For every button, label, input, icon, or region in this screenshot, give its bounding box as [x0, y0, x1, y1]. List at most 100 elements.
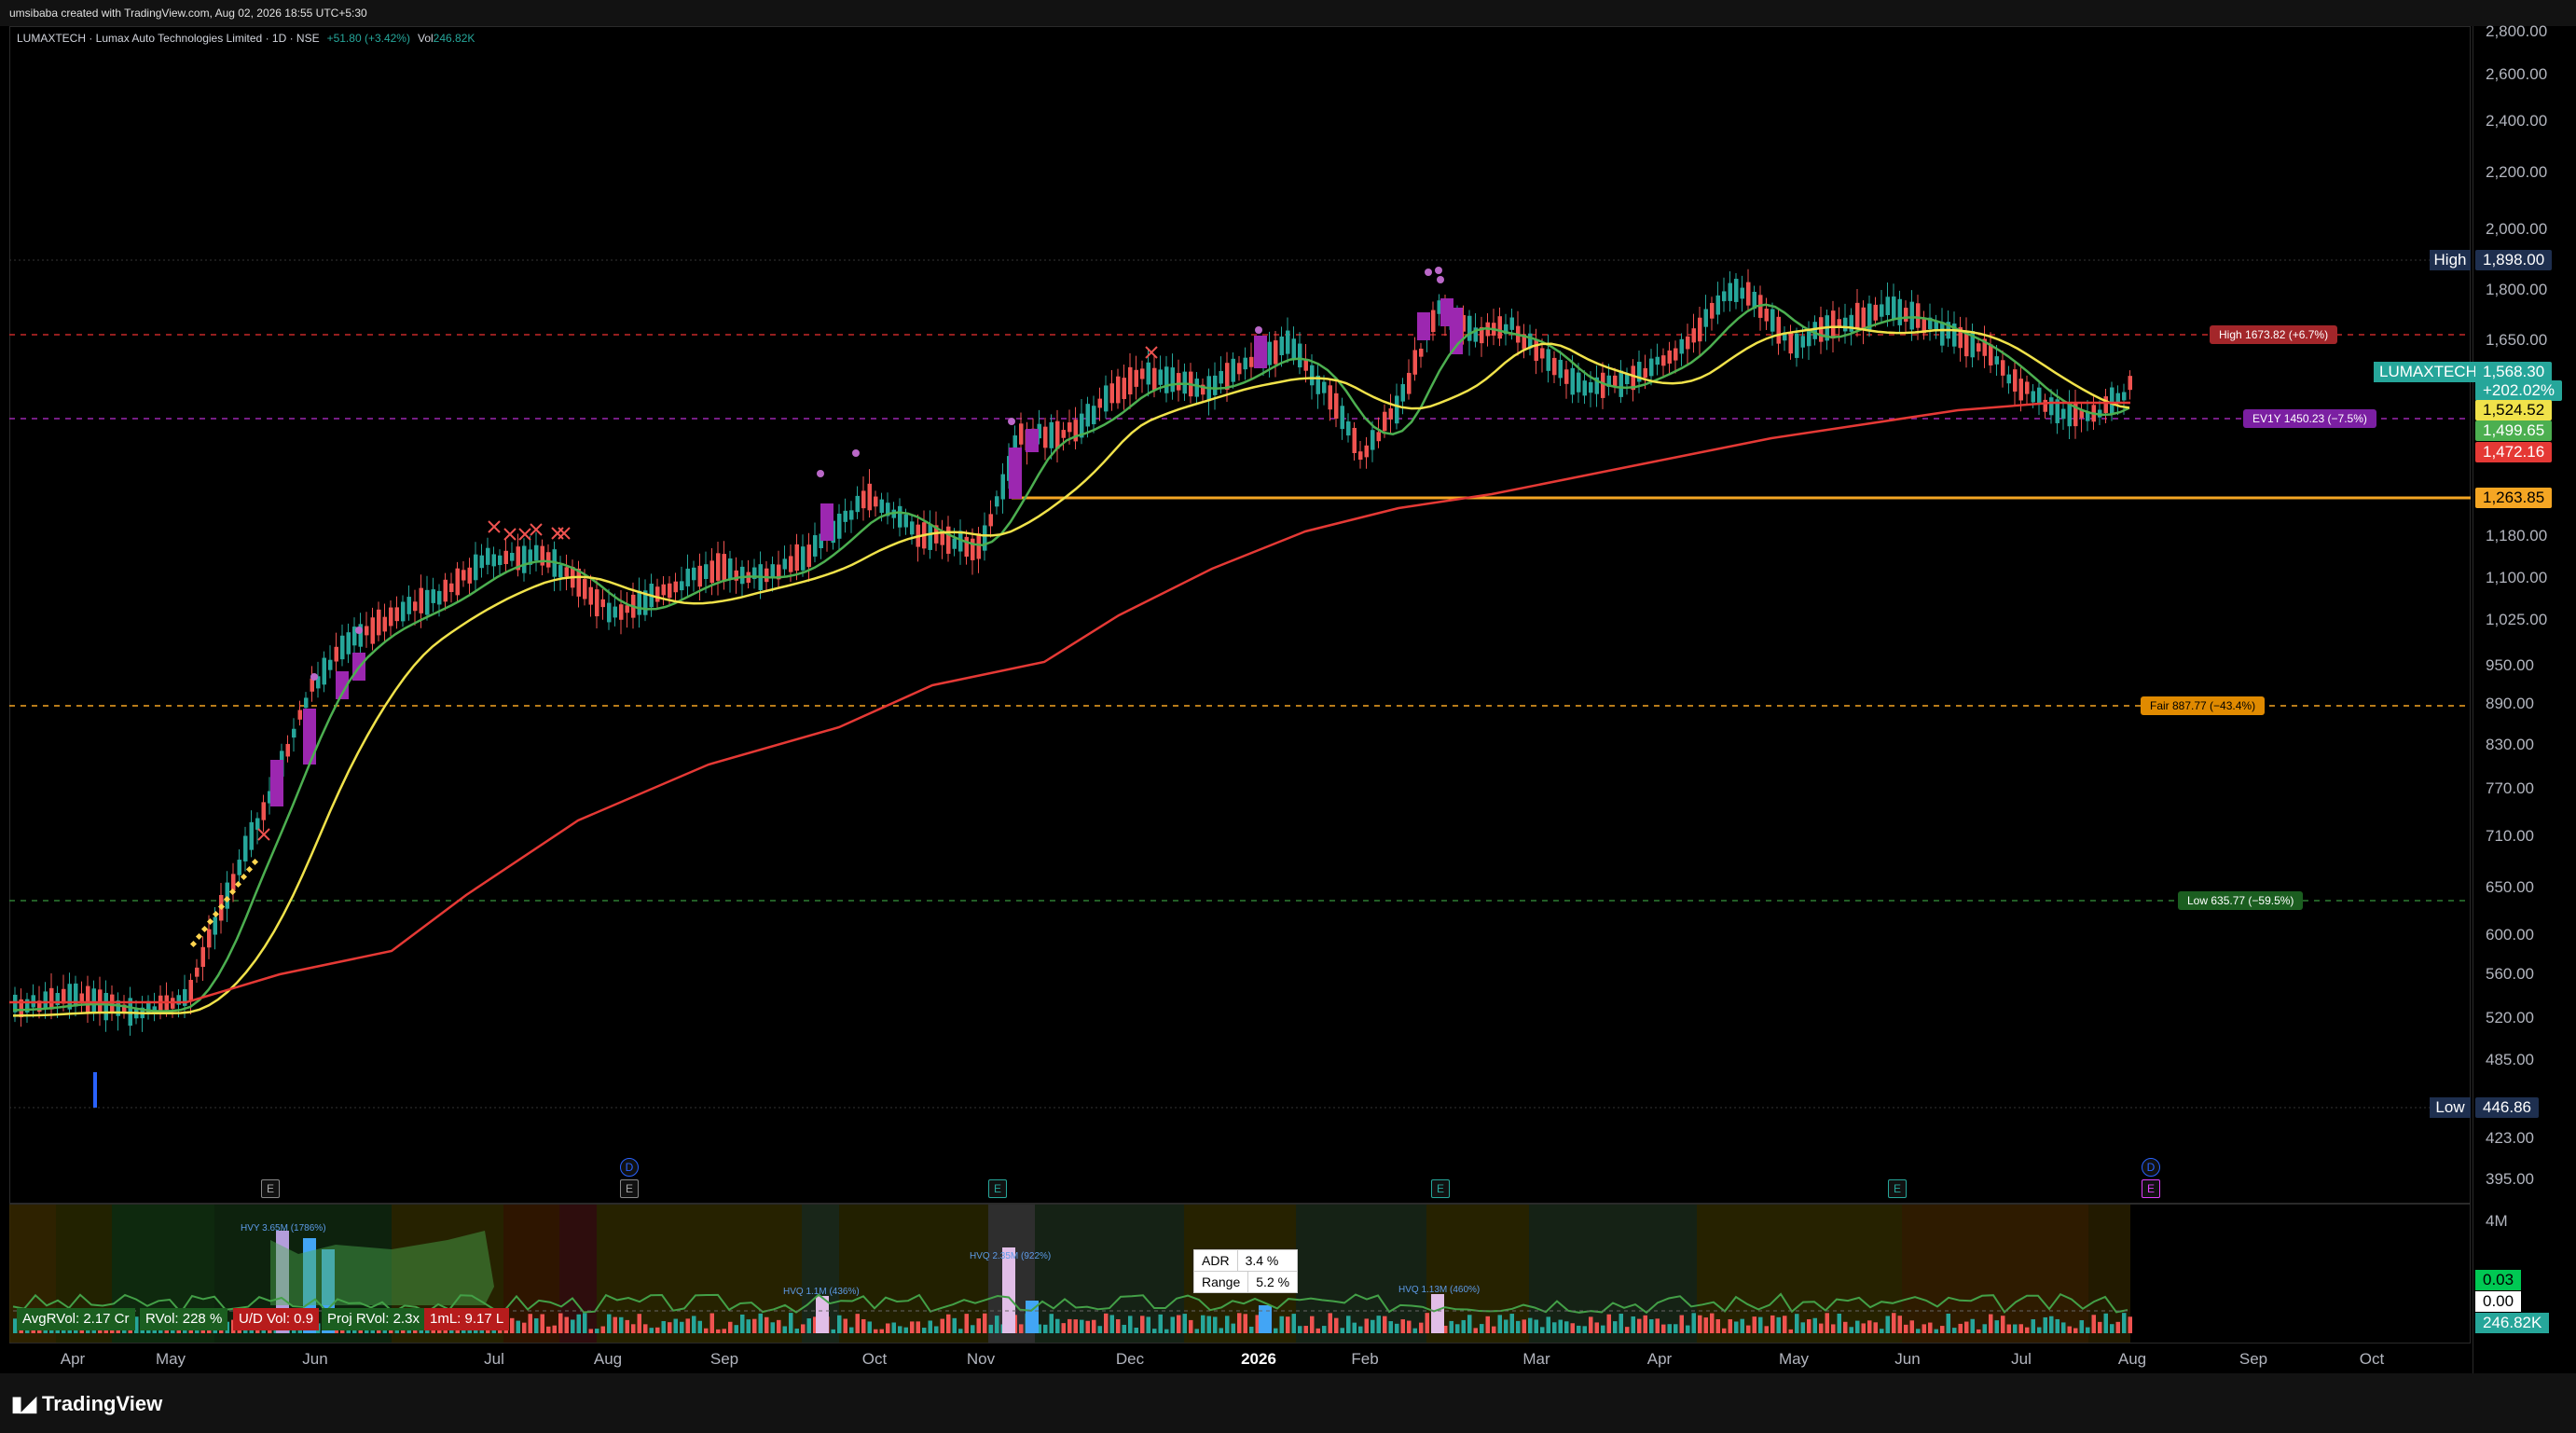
candle-body	[1849, 314, 1853, 332]
candle-body	[910, 521, 915, 535]
volume-bar	[1516, 1320, 1521, 1333]
projected-rvol-stat: Proj RVol: 2.3x	[322, 1308, 425, 1330]
volume-bar	[1316, 1328, 1320, 1333]
candle-body	[449, 583, 454, 592]
candle-body	[1564, 369, 1569, 384]
y-tick: 770.00	[2486, 779, 2534, 797]
volume-bar	[1916, 1329, 1921, 1333]
volume-bar	[697, 1320, 702, 1333]
candle-body	[1279, 336, 1284, 355]
low-level-label[interactable]: Low 635.77 (−59.5%)	[2178, 891, 2304, 910]
candle-body	[1055, 420, 1060, 449]
signal-dot	[310, 673, 318, 681]
volume-bar	[1776, 1316, 1781, 1333]
volume-bar	[692, 1316, 696, 1333]
candle-body	[794, 544, 799, 572]
volume-bar	[1097, 1326, 1102, 1333]
tradingview-logo[interactable]: ▮◢ TradingView	[11, 1392, 162, 1416]
candle-body	[995, 496, 999, 507]
ev1y-level-label[interactable]: EV1Y 1450.23 (−7.5%)	[2243, 409, 2376, 428]
candle-body	[879, 499, 884, 514]
candle-body	[600, 599, 605, 608]
volume-bar	[2031, 1319, 2035, 1333]
candle-body	[86, 985, 90, 1013]
candle-body	[2049, 397, 2054, 416]
volume-bar	[1371, 1319, 1375, 1333]
candle-body	[213, 916, 217, 935]
high-level-label[interactable]: High 1673.82 (+6.7%)	[2210, 325, 2338, 344]
volume-bar	[1182, 1314, 1187, 1333]
candle-body	[874, 496, 878, 507]
candle-body	[1334, 393, 1339, 420]
candle-body	[1885, 296, 1890, 315]
candle-body	[474, 554, 478, 581]
candle-body	[655, 586, 660, 602]
volume-bar	[1577, 1325, 1581, 1333]
dividend-badge[interactable]: D	[2142, 1158, 2160, 1177]
volume-bar	[1419, 1322, 1424, 1333]
volume-bar	[1225, 1316, 1230, 1333]
price-chart[interactable]	[0, 0, 2576, 1433]
volume-bar	[746, 1319, 751, 1333]
volume-bar	[1922, 1324, 1926, 1333]
candle-body	[540, 545, 544, 566]
volume-bar	[134, 1316, 139, 1333]
candle-body	[297, 710, 302, 720]
earnings-badge[interactable]: E	[988, 1179, 1007, 1198]
candle-body	[1989, 344, 1993, 365]
candle-body	[1764, 309, 1769, 322]
candle-body	[583, 579, 587, 599]
pane-divider[interactable]	[9, 1203, 2471, 1205]
accumulation-marker	[240, 873, 248, 881]
candle-body	[1376, 432, 1381, 442]
candle-body	[43, 991, 48, 1009]
fair-level-label[interactable]: Fair 887.77 (−43.4%)	[2141, 696, 2266, 715]
volume-bar	[546, 1326, 551, 1333]
volume-bar	[1788, 1329, 1793, 1333]
volume-bar	[1170, 1316, 1175, 1333]
candle-body	[1589, 381, 1593, 393]
candle-body	[2086, 412, 2090, 421]
candle-body	[1352, 427, 1357, 454]
volume-bar	[1219, 1328, 1223, 1333]
signal-dot	[1437, 276, 1444, 283]
volume-bar	[765, 1316, 769, 1333]
candle-body	[1358, 451, 1363, 461]
volume-bar	[1164, 1329, 1169, 1333]
volume-value-tag: 246.82K	[2475, 1313, 2550, 1333]
earnings-badge[interactable]: E	[1431, 1179, 1450, 1198]
candle-body	[1322, 381, 1327, 393]
volume-bar	[1989, 1314, 1993, 1333]
avg-volume-stat: AvgRVol: 2.17 Cr	[17, 1308, 135, 1330]
high-label: High	[2430, 250, 2471, 270]
dividend-badge[interactable]: D	[620, 1158, 639, 1177]
sell-signal-marker	[1145, 346, 1158, 359]
volume-bar	[673, 1318, 678, 1333]
earnings-badge[interactable]: E	[1888, 1179, 1907, 1198]
volume-bar	[637, 1314, 641, 1333]
candle-body	[200, 946, 205, 967]
volume-bar	[734, 1325, 738, 1333]
time-axis[interactable]	[9, 1343, 2471, 1374]
candle-body	[952, 538, 957, 549]
volume-bar	[855, 1314, 860, 1333]
volume-bar	[1977, 1329, 1981, 1333]
candle-body	[637, 590, 641, 615]
candle-body	[1310, 365, 1315, 386]
earnings-badge[interactable]: E	[2142, 1179, 2160, 1198]
candle-body	[607, 602, 612, 623]
candle-body	[2006, 374, 2011, 384]
candle-body	[1710, 302, 1715, 319]
accumulation-marker	[234, 880, 242, 889]
candle-body	[1000, 474, 1005, 500]
volume-bar	[1606, 1314, 1611, 1333]
volume-bar	[758, 1313, 763, 1333]
candle-body	[1703, 309, 1708, 327]
earnings-badge[interactable]: E	[620, 1179, 639, 1198]
earnings-badge[interactable]: E	[261, 1179, 280, 1198]
volume-bar	[2043, 1316, 2047, 1333]
volume-bar	[1122, 1324, 1126, 1333]
volume-bar	[971, 1325, 975, 1333]
volume-bar	[1043, 1324, 1048, 1333]
volume-bar	[983, 1313, 987, 1333]
